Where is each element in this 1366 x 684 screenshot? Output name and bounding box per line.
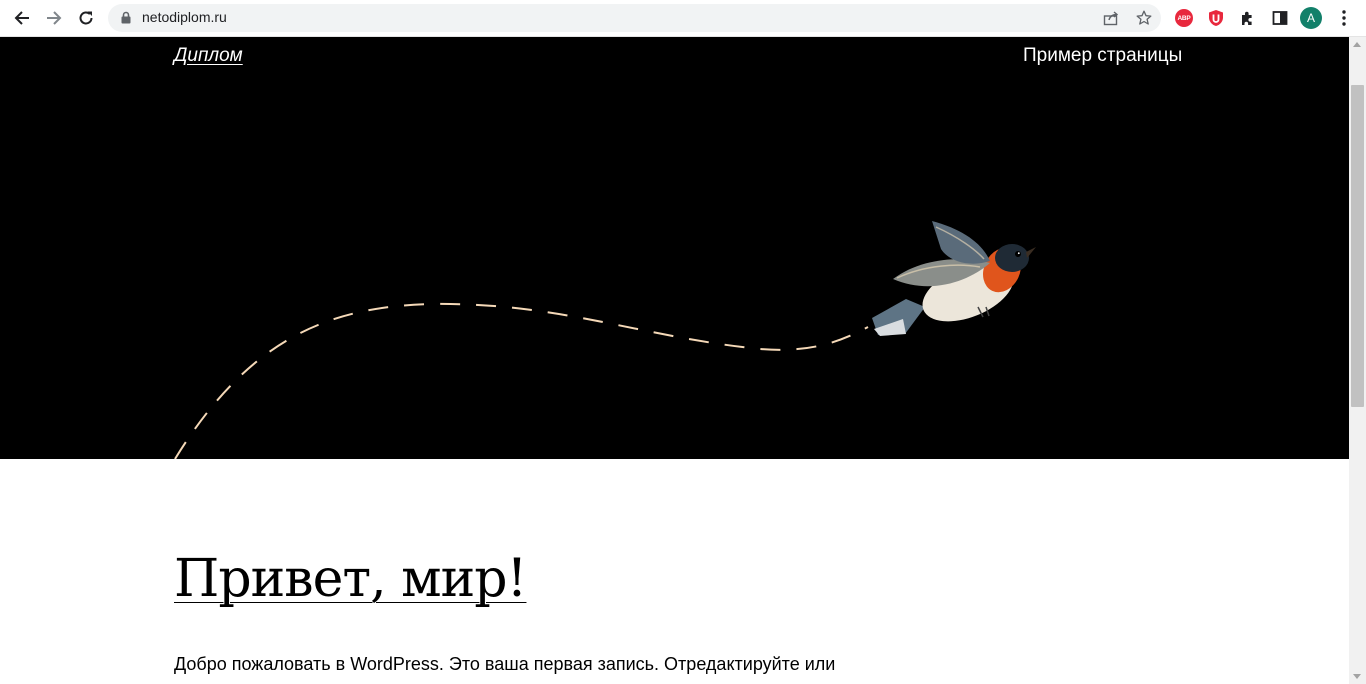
address-bar[interactable]: netodiplom.ru [108, 4, 1161, 32]
extensions-puzzle-icon [1242, 11, 1252, 25]
post-title-link[interactable]: Привет, мир! [174, 549, 527, 609]
share-icon [1103, 11, 1119, 26]
page-scrollbar[interactable] [1349, 37, 1366, 684]
lock-icon [121, 11, 131, 24]
bird-image [872, 221, 1036, 336]
bookmark-button[interactable] [1135, 9, 1153, 27]
browser-toolbar: netodiplom.ru ABP A [0, 0, 1366, 37]
post-excerpt: Добро пожаловать в WordPress. Это ваша п… [174, 654, 836, 674]
site-title-link[interactable]: Диплом [174, 45, 243, 67]
browser-menu-button[interactable] [1333, 7, 1355, 29]
forward-icon [47, 11, 62, 25]
back-button[interactable] [10, 6, 34, 30]
ublock-extension[interactable] [1205, 7, 1227, 29]
adblock-extension[interactable]: ABP [1173, 7, 1195, 29]
page-viewport: Диплом Пример страницы Привет, мир! Добр… [0, 37, 1349, 684]
hero-header: Диплом Пример страницы [0, 37, 1349, 459]
back-icon [14, 11, 29, 25]
nav-link-sample-page[interactable]: Пример страницы [1023, 45, 1182, 67]
share-button[interactable] [1102, 9, 1120, 27]
profile-avatar: A [1300, 7, 1322, 29]
menu-kebab-icon [1342, 10, 1346, 26]
url-text: netodiplom.ru [142, 9, 227, 25]
bookmark-star-icon [1136, 10, 1152, 25]
ublock-icon [1209, 10, 1223, 26]
side-panel-button[interactable] [1269, 7, 1291, 29]
extensions-button[interactable] [1237, 7, 1259, 29]
scroll-up-arrow-icon[interactable] [1353, 42, 1361, 47]
forward-button[interactable] [42, 6, 66, 30]
scroll-thumb[interactable] [1351, 85, 1364, 407]
flight-path-line [174, 302, 869, 459]
side-panel-icon [1272, 11, 1288, 25]
scroll-down-arrow-icon[interactable] [1353, 674, 1361, 679]
hero-illustration [174, 221, 1036, 459]
reload-button[interactable] [74, 6, 98, 30]
adblock-icon: ABP [1175, 9, 1193, 27]
reload-icon [79, 11, 93, 25]
profile-button[interactable]: A [1300, 7, 1322, 29]
